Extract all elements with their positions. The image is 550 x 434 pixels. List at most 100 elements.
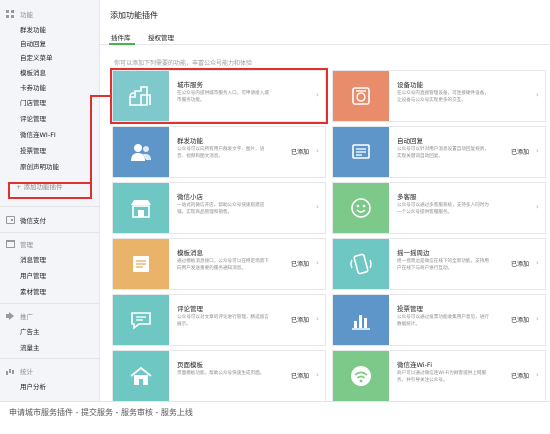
sidebar-item-mass-send[interactable]: 群发功能 — [20, 24, 46, 36]
sidebar-item-messages[interactable]: 消息管理 — [20, 254, 46, 266]
chevron-right-icon: › — [315, 370, 319, 379]
home-icon — [130, 366, 152, 385]
sidebar-item-stores[interactable]: 门店管理 — [20, 97, 46, 109]
comment-icon — [131, 312, 151, 330]
plugin-desc: 公众号可以通过投票功能收集用户意见，进行数据统计。 — [397, 315, 489, 327]
sidebar-item-publisher[interactable]: 流量主 — [20, 342, 40, 354]
sidebar-divider — [0, 303, 100, 304]
plugin-status: 已添加 — [290, 261, 309, 268]
plugin-desc: 页面模板功能，帮助公众号快速生成页面。 — [177, 371, 265, 376]
sidebar-section-title: 管理 — [20, 241, 33, 249]
plugin-status: 已添加 — [510, 317, 529, 324]
plugin-tile — [333, 183, 389, 233]
sidebar-item-materials[interactable]: 素材管理 — [20, 286, 46, 298]
plugin-desc: 公众号可以通过多客服系统，支持多人同时为一个公众号提供客服服务。 — [397, 203, 489, 215]
main-content: 添加功能插件 插件库 授权管理 你可以添加下列需要的功能，丰富公众号能力和体验 … — [100, 0, 550, 401]
plugin-tile — [333, 351, 389, 401]
plugin-status: 已添加 — [290, 317, 309, 324]
chevron-right-icon: › — [535, 314, 539, 323]
plugin-name: 设备功能 — [397, 81, 423, 89]
sidebar-divider — [0, 358, 100, 359]
plugin-name: 多客服 — [397, 193, 417, 201]
sidebar: 功能 群发功能 自动回复 自定义菜单 模板消息 卡券功能 门店管理 评论管理 微… — [0, 0, 100, 401]
plugin-name: 模板消息 — [177, 249, 203, 257]
plugin-card-page-template[interactable]: 页面模板 页面模板功能，帮助公众号快速生成页面。 已添加 › — [112, 350, 326, 401]
chevron-right-icon: › — [535, 146, 539, 155]
sidebar-section-promote[interactable]: 推广 — [6, 310, 33, 322]
shake-icon — [350, 253, 372, 275]
users-icon — [131, 144, 151, 161]
sidebar-item-user-analysis[interactable]: 用户分析 — [20, 381, 46, 393]
sidebar-section-title: 统计 — [20, 368, 33, 376]
tab-authorization[interactable]: 授权管理 — [148, 32, 174, 42]
plugin-card-votes[interactable]: 投票管理 公众号可以通过投票功能收集用户意见，进行数据统计。 已添加 › — [332, 294, 546, 346]
plugin-desc: 公众号可以向所有用户群发文字、图片、语音、视频和图文消息。 — [177, 147, 265, 159]
plugin-card-wechat-shop[interactable]: 微信小店 一站式的微信开店，帮助公众号快速搭建店铺，实现商品管理和销售。 › — [112, 182, 326, 234]
plugin-tile — [333, 239, 389, 289]
chevron-right-icon: › — [535, 90, 539, 99]
plugin-card-comments[interactable]: 评论管理 公众号可以对文章的评论进行管理，精选留言展示。 已添加 › — [112, 294, 326, 346]
add-plugin-link[interactable]: + 添加功能插件 — [16, 181, 63, 193]
plugin-tile — [333, 295, 389, 345]
plugin-tile — [113, 71, 169, 121]
shop-icon — [131, 200, 151, 218]
vote-icon — [352, 315, 370, 330]
sidebar-section-pay[interactable]: 微信支付 — [6, 214, 46, 226]
sidebar-item-users[interactable]: 用户管理 — [20, 270, 46, 282]
plugin-name: 投票管理 — [397, 305, 423, 313]
plugin-tile — [113, 295, 169, 345]
plugin-card-wifi[interactable]: 微信连Wi-Fi 商户可以通过微信连Wi-Fi为顾客提供上网服务，并引导关注公众… — [332, 350, 546, 401]
chevron-right-icon: › — [535, 258, 539, 267]
chevron-right-icon: › — [315, 146, 319, 155]
service-icon — [351, 198, 371, 218]
plugin-card-mass-send[interactable]: 群发功能 公众号可以向所有用户群发文字、图片、语音、视频和图文消息。 已添加 › — [112, 126, 326, 178]
plugin-name: 页面模板 — [177, 361, 203, 369]
sidebar-item-template-msg[interactable]: 模板消息 — [20, 67, 46, 79]
chevron-right-icon: › — [315, 258, 319, 267]
plugin-name: 群发功能 — [177, 137, 203, 145]
plugin-name: 自动回复 — [397, 137, 423, 145]
plugin-card-city-service[interactable]: 城市服务 在公众号内提供城市服务入口，可申请接入城市服务功能。 › — [112, 70, 326, 122]
plugin-tile — [333, 71, 389, 121]
plugin-name: 微信连Wi-Fi — [397, 361, 433, 369]
chevron-right-icon: › — [315, 90, 319, 99]
bar-chart-icon — [6, 367, 15, 375]
sidebar-section-title: 微信支付 — [20, 217, 46, 225]
wifi-icon — [351, 366, 371, 386]
sidebar-item-original[interactable]: 原创声明功能 — [20, 161, 59, 173]
sidebar-section-stats[interactable]: 统计 — [6, 365, 33, 377]
plugin-card-template-msg[interactable]: 模板消息 通过模板消息接口，公众号可以在特定场景下向用户发送重要的服务通知消息。… — [112, 238, 326, 290]
sidebar-section-manage[interactable]: 管理 — [6, 238, 33, 250]
sidebar-item-comments[interactable]: 评论管理 — [20, 113, 46, 125]
reply-icon — [352, 144, 370, 159]
sidebar-item-advertiser[interactable]: 广告主 — [20, 326, 40, 338]
plugin-name: 微信小店 — [177, 193, 203, 201]
page-title: 添加功能插件 — [110, 11, 158, 20]
plugin-status: 已添加 — [290, 373, 309, 380]
city-icon — [129, 86, 151, 106]
plugin-name: 摇一摇周边 — [397, 249, 430, 257]
plugin-tile — [333, 127, 389, 177]
plugin-tile — [113, 351, 169, 401]
caption-text: 申请城市服务插件 - 提交服务 - 服务审核 - 服务上线 — [9, 408, 193, 417]
plugin-desc: 在公众号内直接管理设备，可连接硬件设备，让设备与公众号实现更多的交互。 — [397, 91, 489, 103]
sidebar-item-votes[interactable]: 投票管理 — [20, 145, 46, 157]
sidebar-item-auto-reply[interactable]: 自动回复 — [20, 38, 46, 50]
plugin-card-device[interactable]: 设备功能 在公众号内直接管理设备，可连接硬件设备，让设备与公众号实现更多的交互。… — [332, 70, 546, 122]
wallet-icon — [6, 216, 15, 224]
sidebar-item-custom-menu[interactable]: 自定义菜单 — [20, 52, 53, 64]
plugin-card-multi-service[interactable]: 多客服 公众号可以通过多客服系统，支持多人同时为一个公众号提供客服服务。 › — [332, 182, 546, 234]
plugin-card-auto-reply[interactable]: 自动回复 公众号可以针对用户消息设置自动回复规则，实现关键词自动回复。 已添加 … — [332, 126, 546, 178]
tab-plugin-library[interactable]: 插件库 — [111, 32, 131, 42]
plugin-tile — [113, 127, 169, 177]
sidebar-section-features[interactable]: 功能 — [6, 8, 33, 20]
plugin-desc: 摇一摇周边是微信在线下的全新功能，支持用户在线下与商户进行互动。 — [397, 259, 489, 271]
device-icon — [352, 87, 370, 105]
sidebar-section-title: 功能 — [20, 11, 33, 19]
megaphone-icon — [6, 312, 15, 320]
plugin-desc: 公众号可以对文章的评论进行管理，精选留言展示。 — [177, 315, 269, 327]
template-icon — [133, 256, 149, 272]
sidebar-item-wifi[interactable]: 微信连WI-FI — [20, 129, 56, 141]
plugin-card-shake[interactable]: 摇一摇周边 摇一摇周边是微信在线下的全新功能，支持用户在线下与商户进行互动。 已… — [332, 238, 546, 290]
sidebar-item-coupons[interactable]: 卡券功能 — [20, 82, 46, 94]
